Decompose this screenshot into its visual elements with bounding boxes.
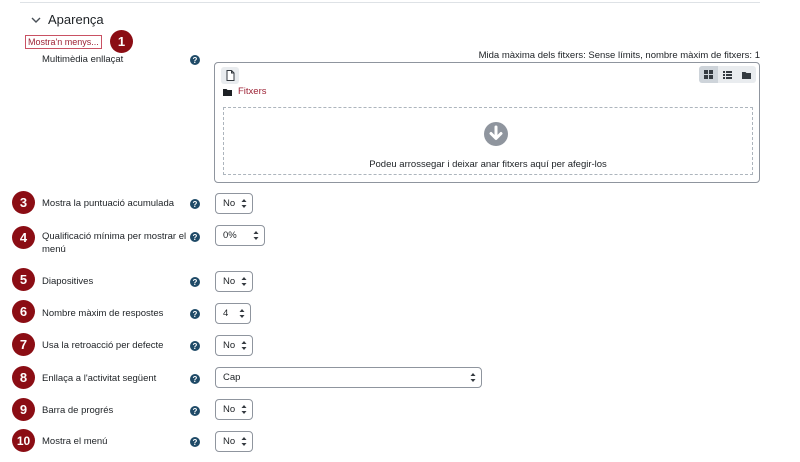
- select-progress-bar[interactable]: No: [215, 399, 253, 420]
- breadcrumb: Fitxers: [223, 86, 267, 97]
- select-value: 0%: [223, 230, 237, 241]
- select-display-menu[interactable]: No: [215, 431, 253, 452]
- select-value: 4: [223, 308, 229, 319]
- annotation-badge: 3: [12, 191, 35, 214]
- help-icon[interactable]: ?: [190, 232, 200, 242]
- file-icon: [226, 70, 234, 81]
- help-icon[interactable]: ?: [190, 341, 200, 351]
- select-arrows-icon: [241, 341, 247, 350]
- help-icon[interactable]: ?: [190, 277, 200, 287]
- help-icon[interactable]: ?: [190, 199, 200, 209]
- field-label: Barra de progrés: [42, 405, 114, 416]
- help-icon[interactable]: ?: [190, 309, 200, 319]
- select-arrows-icon: [241, 277, 247, 286]
- annotation-badge: 8: [12, 366, 35, 389]
- select-arrows-icon: [241, 437, 247, 446]
- select-value: No: [223, 404, 236, 415]
- view-list-button[interactable]: [718, 66, 737, 83]
- help-icon[interactable]: ?: [190, 437, 200, 447]
- help-icon[interactable]: ?: [190, 406, 200, 416]
- section-toggle[interactable]: Aparença: [30, 12, 104, 27]
- filemanager-label: Multimèdia enllaçat: [42, 54, 124, 65]
- annotation-badge: 10: [12, 429, 35, 452]
- view-icons-button[interactable]: [699, 66, 718, 83]
- select-arrows-icon: [239, 309, 245, 318]
- select-value: Cap: [223, 372, 241, 383]
- field-label: Diapositives: [42, 276, 94, 287]
- field-label: Enllaça a l'activitat següent: [42, 373, 157, 384]
- select-value: No: [223, 340, 236, 351]
- folder-icon: [223, 88, 232, 96]
- annotation-badge: 9: [12, 398, 35, 421]
- field-label: Qualificació mínima per mostrar el: [42, 231, 187, 242]
- field-label: Usa la retroacció per defecte: [42, 340, 164, 351]
- max-files-info: Mida màxima dels fitxers: Sense límits, …: [478, 50, 760, 61]
- select-arrows-icon: [253, 231, 259, 240]
- select-next-activity[interactable]: Cap: [215, 367, 482, 388]
- select-value: No: [223, 276, 236, 287]
- drop-zone[interactable]: Podeu arrossegar i deixar anar fitxers a…: [223, 107, 753, 175]
- select-arrows-icon: [241, 199, 247, 208]
- field-label: Mostra el menú: [42, 436, 108, 447]
- show-less-link[interactable]: Mostra'n menys...: [25, 35, 102, 49]
- annotation-badge: 1: [110, 30, 133, 53]
- add-file-button[interactable]: [221, 67, 239, 84]
- select-display-running-score[interactable]: No: [215, 193, 253, 214]
- select-arrows-icon: [241, 405, 247, 414]
- select-max-answers[interactable]: 4: [215, 303, 251, 324]
- download-arrow-icon: [484, 122, 508, 146]
- view-tree-button[interactable]: [737, 66, 756, 83]
- folder-icon: [742, 71, 751, 79]
- annotation-badge: 4: [12, 226, 35, 249]
- help-icon[interactable]: ?: [190, 374, 200, 384]
- view-mode-toolbar: [699, 66, 756, 83]
- select-slideshow[interactable]: No: [215, 271, 253, 292]
- select-value: No: [223, 436, 236, 447]
- section-title: Aparença: [48, 12, 104, 27]
- field-label: Nombre màxim de respostes: [42, 308, 164, 319]
- field-label: menú: [42, 244, 66, 255]
- annotation-badge: 5: [12, 268, 35, 291]
- select-default-feedback[interactable]: No: [215, 335, 253, 356]
- field-label: Mostra la puntuació acumulada: [42, 198, 175, 209]
- select-arrows-icon: [470, 373, 476, 382]
- drop-zone-text: Podeu arrossegar i deixar anar fitxers a…: [369, 159, 607, 170]
- annotation-badge: 6: [12, 300, 35, 323]
- select-min-grade-menu[interactable]: 0%: [215, 225, 265, 246]
- chevron-down-icon: [30, 14, 42, 26]
- section-top-divider: [20, 2, 760, 3]
- select-value: No: [223, 198, 236, 209]
- grid-icon: [704, 70, 713, 79]
- breadcrumb-folder-link[interactable]: Fitxers: [238, 86, 267, 97]
- list-icon: [723, 70, 732, 79]
- help-icon[interactable]: ?: [190, 55, 200, 65]
- file-picker: Fitxers Podeu arrossegar i deixar anar f…: [214, 62, 760, 183]
- annotation-badge: 7: [12, 333, 35, 356]
